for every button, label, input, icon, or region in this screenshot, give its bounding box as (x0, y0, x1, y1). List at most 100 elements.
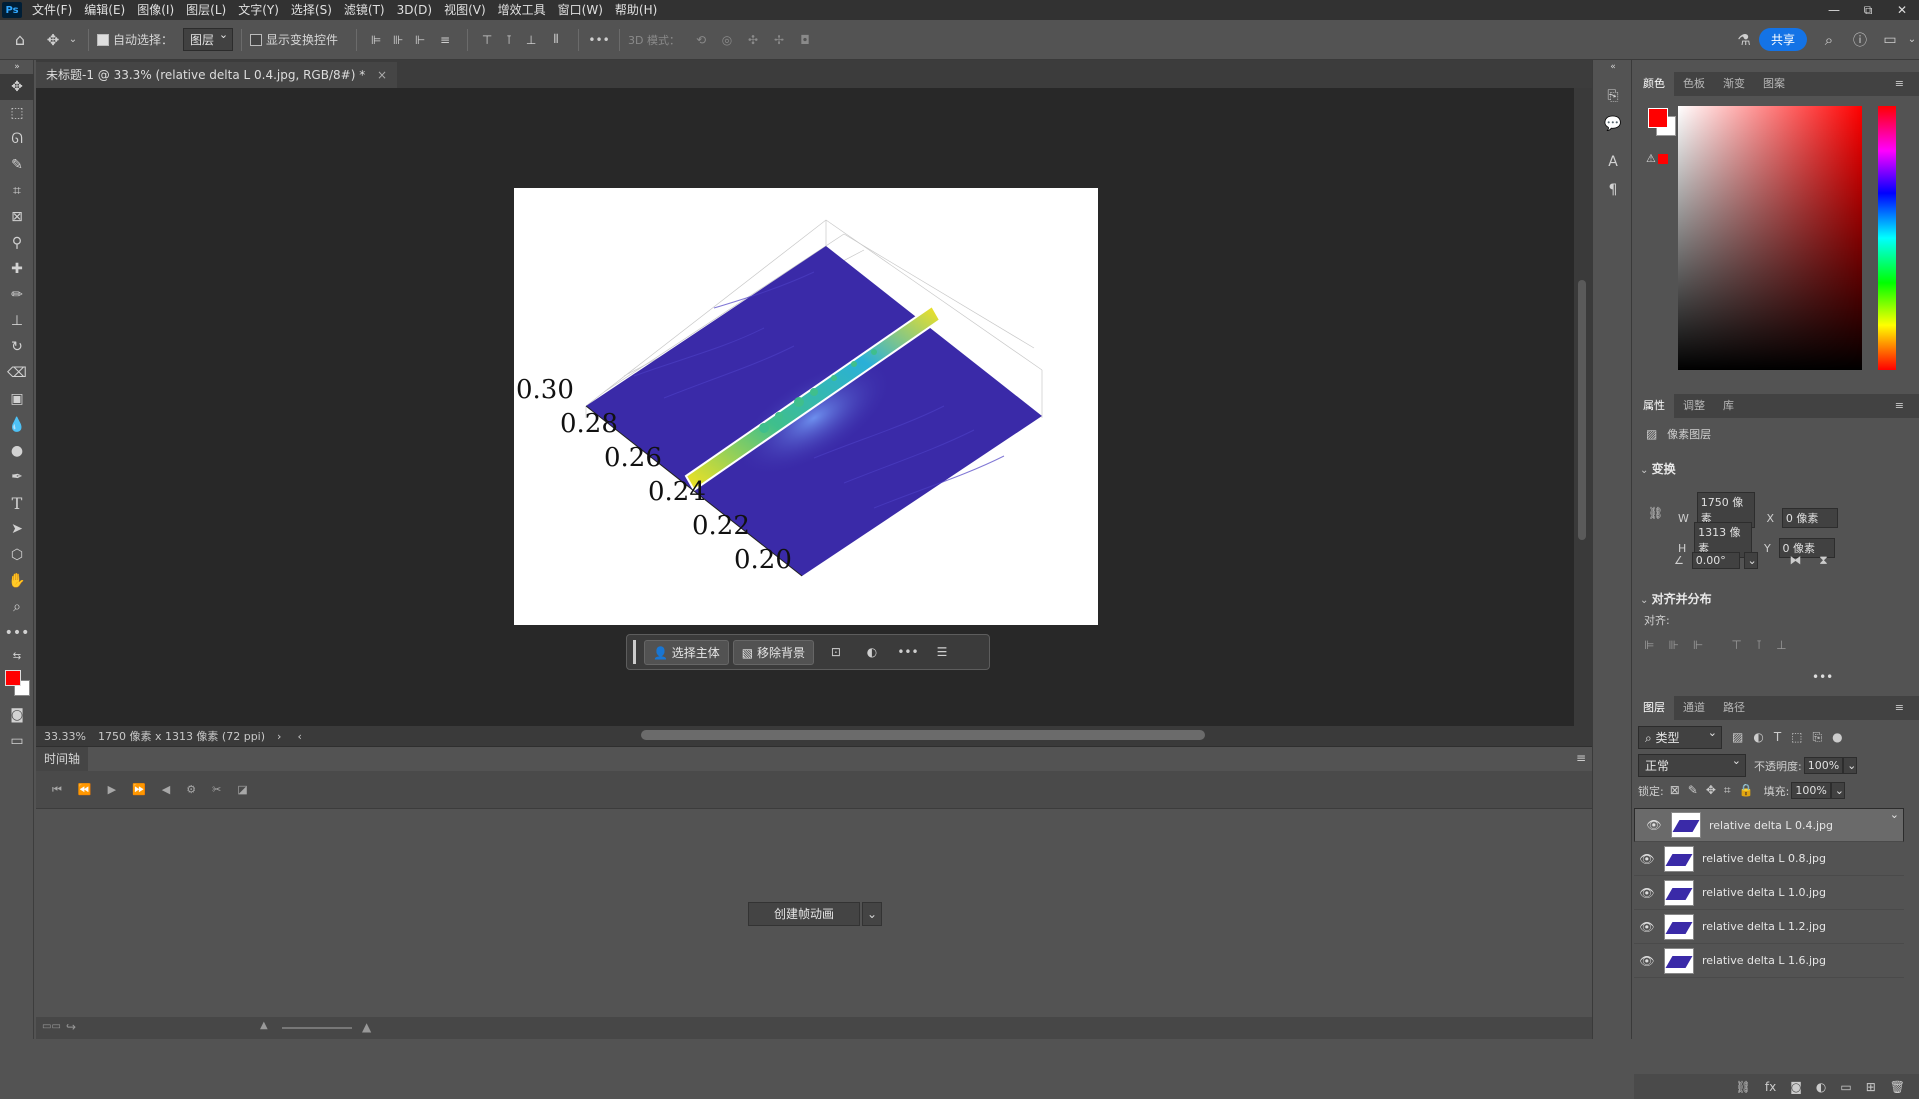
create-animation-dropdown[interactable]: ⌄ (862, 902, 882, 926)
lock-all-icon[interactable]: 🔒 (1739, 783, 1754, 798)
opacity-input[interactable]: 100% (1803, 757, 1844, 774)
zoom-level[interactable]: 33.33% (44, 730, 86, 743)
transform-icon[interactable]: ⊡ (818, 645, 854, 659)
more-tools-icon[interactable]: ••• (0, 620, 34, 646)
panel-menu-icon[interactable]: ≡ (1886, 72, 1913, 96)
chevron-down-icon[interactable]: ⌄ (1905, 34, 1919, 45)
lock-position-icon[interactable]: ✥ (1706, 783, 1716, 798)
align-left-icon[interactable]: ⊫ (1644, 638, 1654, 652)
align-section-header[interactable]: ⌄ 对齐并分布 (1640, 590, 1712, 607)
layer-row[interactable]: 👁 relative delta L 1.0.jpg (1634, 876, 1904, 910)
angle-input[interactable]: 0.00° (1691, 552, 1740, 569)
filter-pixel-icon[interactable]: ▨ (1732, 730, 1743, 745)
play-icon[interactable]: ▶ (108, 783, 116, 796)
healing-brush-tool-icon[interactable]: ✚ (0, 256, 34, 282)
flask-icon[interactable]: ⚗ (1729, 31, 1759, 49)
path-select-tool-icon[interactable]: ➤ (0, 516, 34, 542)
marquee-tool-icon[interactable]: ⬚ (0, 100, 34, 126)
align-top-icon[interactable]: ⊤ (476, 33, 498, 47)
zoom-in-icon[interactable]: ▲ (362, 1020, 371, 1034)
menu-help[interactable]: 帮助(H) (609, 0, 663, 20)
workspace-icon[interactable]: ▭ (1875, 32, 1905, 48)
distribute-h-icon[interactable]: ≡ (431, 33, 459, 47)
more-align-icon[interactable]: ••• (1812, 670, 1833, 684)
align-bottom-icon[interactable]: ⊥ (520, 33, 542, 47)
share-button[interactable]: 共享 (1758, 28, 1807, 51)
timeline-zoom-slider[interactable] (282, 1027, 352, 1029)
paragraph-icon[interactable]: ¶ (1593, 176, 1633, 204)
align-center-h-icon[interactable]: ⊪ (1668, 638, 1678, 652)
menu-plugins[interactable]: 增效工具 (492, 0, 552, 20)
layer-row[interactable]: 👁 relative delta L 0.4.jpg (1634, 808, 1904, 842)
menu-type[interactable]: 文字(Y) (232, 0, 285, 20)
restore-button[interactable]: ⧉ (1851, 0, 1885, 20)
collapse-icon[interactable]: « (1593, 60, 1633, 74)
angle-dropdown[interactable]: ⌄ (1743, 552, 1758, 569)
foreground-color-swatch[interactable] (5, 670, 21, 686)
menu-view[interactable]: 视图(V) (438, 0, 492, 20)
remove-background-button[interactable]: ▧ 移除背景 (732, 639, 814, 665)
chevron-down-icon[interactable]: ⌄ (66, 34, 80, 45)
align-left-icon[interactable]: ⊫ (365, 33, 387, 47)
delete-layer-icon[interactable]: 🗑 (1890, 1080, 1905, 1094)
type-tool-icon[interactable]: T (0, 490, 34, 516)
color-picker-field[interactable] (1678, 106, 1862, 370)
align-right-icon[interactable]: ⊩ (409, 33, 431, 47)
status-expand-icon[interactable]: › (277, 730, 281, 743)
brush-tool-icon[interactable]: ✏ (0, 282, 34, 308)
transform-section-header[interactable]: ⌄ 变换 (1640, 460, 1676, 477)
zoom-tool-icon[interactable]: ⌕ (0, 594, 34, 620)
drag-handle[interactable] (633, 640, 636, 664)
move-tool-icon[interactable]: ✥ (40, 31, 66, 49)
link-layers-icon[interactable]: ⛓ (1736, 1080, 1751, 1094)
link-icon[interactable]: ⛓ (1648, 506, 1663, 520)
audio-icon[interactable]: ◀ (162, 783, 170, 796)
menu-image[interactable]: 图像(I) (131, 0, 180, 20)
menu-select[interactable]: 选择(S) (285, 0, 338, 20)
help-icon[interactable]: ⓘ (1845, 30, 1875, 50)
filter-toggle-icon[interactable]: ● (1832, 730, 1842, 745)
blur-tool-icon[interactable]: 💧 (0, 412, 34, 438)
layer-row[interactable]: 👁 relative delta L 1.6.jpg (1634, 944, 1904, 978)
layer-filter-dropdown[interactable]: ⌕ 类型 (1638, 726, 1722, 749)
new-group-icon[interactable]: ▭ (1840, 1080, 1851, 1094)
close-tab-icon[interactable]: × (377, 68, 387, 82)
flip-vertical-icon[interactable]: ⧗ (1819, 553, 1827, 567)
tab-paths[interactable]: 路径 (1714, 696, 1754, 720)
3d-pan-icon[interactable]: ✣ (740, 33, 766, 47)
move-tool-icon[interactable]: ✥ (0, 74, 34, 100)
history-icon[interactable]: ⎘ (1593, 82, 1633, 110)
auto-select-checkbox[interactable] (97, 33, 109, 46)
menu-filter[interactable]: 滤镜(T) (338, 0, 391, 20)
home-icon[interactable]: ⌂ (0, 30, 40, 49)
blend-mode-dropdown[interactable]: 正常 (1638, 754, 1746, 777)
pen-tool-icon[interactable]: ✒ (0, 464, 34, 490)
screen-mode-icon[interactable]: ▭ (0, 728, 34, 754)
swap-colors-icon[interactable]: ⇆ (0, 646, 34, 666)
tab-swatches[interactable]: 色板 (1674, 72, 1714, 96)
auto-select-dropdown[interactable]: 图层 (183, 28, 234, 51)
menu-window[interactable]: 窗口(W) (552, 0, 609, 20)
hand-tool-icon[interactable]: ✋ (0, 568, 34, 594)
lock-transparency-icon[interactable]: ⊠ (1670, 783, 1680, 798)
transition-icon[interactable]: ◪ (237, 783, 247, 796)
tab-libraries[interactable]: 库 (1714, 394, 1743, 418)
3d-roll-icon[interactable]: ◎ (714, 33, 740, 47)
panel-menu-icon[interactable]: ≡ (1886, 394, 1913, 418)
align-middle-v-icon[interactable]: ⊺ (1756, 638, 1762, 652)
frame-tool-icon[interactable]: ⊠ (0, 204, 34, 230)
search-icon[interactable]: ⌕ (1813, 31, 1845, 49)
panel-menu-icon[interactable]: ≡ (1886, 696, 1913, 720)
filter-shape-icon[interactable]: ⬚ (1791, 730, 1802, 745)
minimize-button[interactable]: — (1817, 0, 1851, 20)
quick-select-tool-icon[interactable]: ✎ (0, 152, 34, 178)
frames-icon[interactable]: ▭▭ (42, 1021, 61, 1032)
filter-type-icon[interactable]: T (1774, 730, 1781, 745)
shape-tool-icon[interactable]: ⬡ (0, 542, 34, 568)
align-middle-v-icon[interactable]: ⊺ (498, 33, 520, 47)
show-transform-checkbox[interactable] (250, 33, 263, 46)
filter-adjustment-icon[interactable]: ◐ (1753, 730, 1763, 745)
3d-orbit-icon[interactable]: ⟲ (688, 33, 714, 47)
tab-color[interactable]: 颜色 (1634, 72, 1674, 96)
tab-adjustments[interactable]: 调整 (1674, 394, 1714, 418)
